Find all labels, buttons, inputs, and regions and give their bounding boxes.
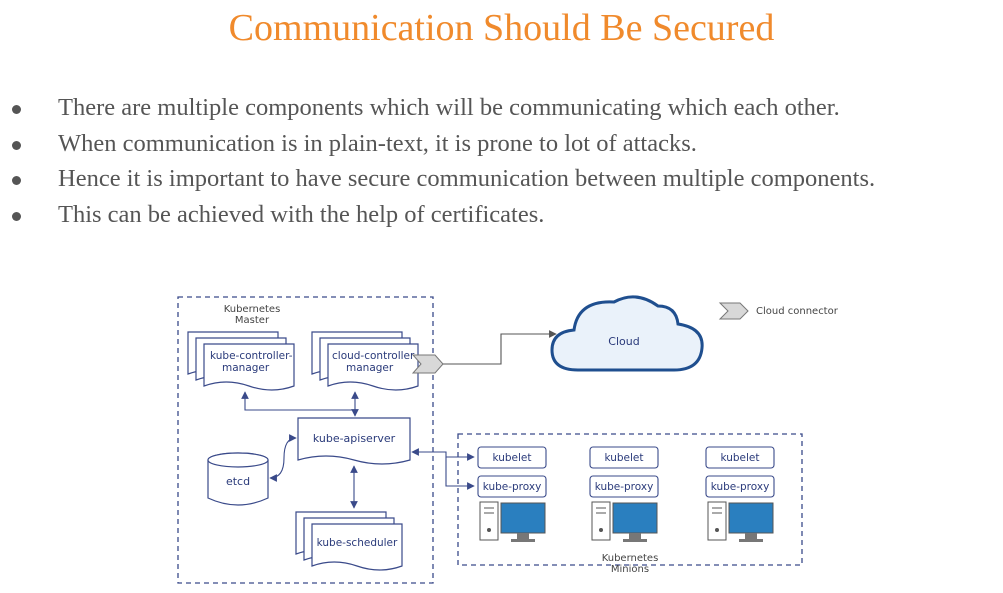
kcm-label: manager — [222, 362, 270, 374]
cloud-label: Cloud — [608, 335, 639, 348]
minion-node-2: kubelet kube-proxy — [589, 446, 659, 542]
scheduler-label: kube-scheduler — [317, 537, 398, 549]
etcd-label: etcd — [226, 475, 250, 488]
kubelet-label: kubelet — [492, 452, 531, 464]
kubernetes-architecture-diagram: Kubernetes Master kube-controller- manag… — [177, 295, 839, 584]
kube-scheduler-node: kube-scheduler — [295, 511, 403, 571]
legend-label: Cloud connector — [756, 306, 839, 317]
computer-icon — [479, 501, 546, 542]
kube-proxy-label: kube-proxy — [711, 481, 770, 493]
arrow-etcd-apiserver — [269, 434, 297, 482]
kubelet-label: kubelet — [720, 452, 759, 464]
minion-node-1: kubelet kube-proxy — [477, 446, 547, 542]
cloud-controller-manager-node: cloud-controller- manager — [311, 331, 419, 391]
master-label: Kubernetes — [224, 304, 281, 315]
computer-icon — [707, 501, 774, 542]
etcd-node: etcd — [207, 452, 269, 506]
kube-proxy-label: kube-proxy — [483, 481, 542, 493]
cloud-icon: Cloud — [550, 295, 704, 372]
arrow-apiserver-kubelet — [411, 448, 475, 461]
ccm-label: manager — [346, 362, 394, 374]
ccm-label: cloud-controller- — [332, 350, 418, 362]
cloud-connection-line — [443, 330, 557, 365]
arrow-controllers-apiserver — [241, 391, 359, 411]
master-label: Master — [235, 315, 270, 326]
computer-icon — [591, 501, 658, 542]
arrow-apiserver-kubeproxy — [445, 457, 475, 490]
kubelet-label: kubelet — [604, 452, 643, 464]
apiserver-label: kube-apiserver — [313, 432, 396, 445]
minion-node-3: kubelet kube-proxy — [705, 446, 775, 542]
legend-cloud-connector-icon — [718, 302, 749, 320]
minions-label: Minions — [611, 564, 649, 575]
kcm-label: kube-controller- — [210, 350, 293, 362]
kube-apiserver-node: kube-apiserver — [297, 417, 411, 465]
kube-proxy-label: kube-proxy — [595, 481, 654, 493]
kube-controller-manager-node: kube-controller- manager — [187, 331, 295, 391]
minions-label: Kubernetes — [602, 553, 659, 564]
